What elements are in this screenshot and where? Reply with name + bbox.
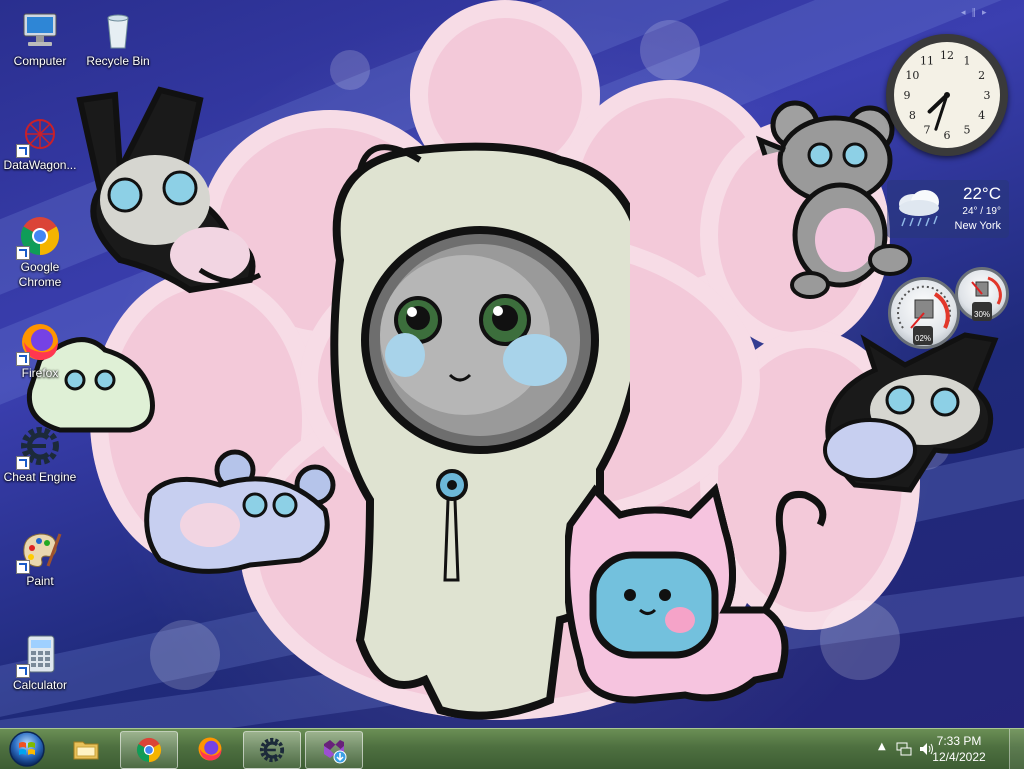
previous-icon[interactable]: ◂ [961,8,966,18]
shortcut-arrow-icon [16,456,30,470]
weather-gadget[interactable]: 22°C 24° / 19° New York [887,180,1009,238]
desktop-wallpaper: Computer Recycle Bin DataWagon... Google… [0,0,1024,728]
desktop-icon-label: Google Chrome [18,260,62,289]
shortcut-arrow-icon [16,664,30,678]
desktop-icon-label: Cheat Engine [3,470,77,484]
firefox-icon [16,320,62,366]
shortcut-arrow-icon [16,560,30,574]
next-icon[interactable]: ▸ [982,8,987,18]
tray-date[interactable]: 12/4/2022 [924,750,994,764]
taskbar-button-firefox[interactable] [182,731,238,767]
cpu-meter-gadget[interactable]: 02% 30% [885,265,1010,353]
pink-cat-character [565,483,827,704]
gadget-sidebar-controls[interactable]: ◂ ‖ ▸ [958,8,990,18]
desktop-icon-label: Computer [13,54,67,68]
taskbar-button-visual-studio-installer[interactable] [305,731,363,769]
clock-numeral: 7 [924,124,931,137]
desktop-icon-label: Firefox [21,366,59,380]
taskbar: ▲ 7:33 PM 12/4/2022 [0,728,1024,769]
bubble [150,620,220,690]
blue-bunny-character [823,332,999,493]
clock-numeral: 9 [904,89,911,102]
show-hidden-icons-arrow[interactable]: ▲ [878,741,886,752]
cpu-gauge: 02% [888,277,960,349]
blue-mouse-character [144,449,336,574]
vs-installer-icon [324,740,347,764]
desktop-icon-recycle-bin[interactable]: Recycle Bin [78,8,158,69]
clock-gadget[interactable]: 12 1 2 3 4 5 6 7 8 9 10 11 [886,34,1008,156]
chrome-icon [16,214,62,260]
firefox-icon [198,737,222,761]
desktop-icon-label: DataWagon... [3,158,77,172]
clock-numeral: 10 [905,69,919,82]
clock-center [944,92,950,98]
clock-face: 12 12 3 45678 9 1011 [894,42,1000,148]
weather-range: 24° / 19° [962,206,1001,217]
tray-time[interactable]: 7:33 PM [924,734,994,748]
bunny-character [76,86,262,294]
shortcut-arrow-icon [16,352,30,366]
desktop-icon-paint[interactable]: Paint [0,528,80,589]
desktop-icon-label: Paint [26,574,54,588]
clock-numeral: 3 [984,89,991,102]
bubble [330,50,370,90]
bubble [640,20,700,80]
network-icon[interactable] [896,741,912,757]
clock-numeral: 5 [964,124,971,137]
weather-temperature: 22°C [963,184,1001,203]
clock-numeral: 6 [944,129,951,142]
desktop-icon-label: Calculator [12,678,68,692]
desktop-icon-cheat-engine[interactable]: Cheat Engine [0,424,80,485]
desktop-icon-google-chrome[interactable]: Google Chrome [0,214,80,290]
desktop-icon-datawagon[interactable]: DataWagon... [0,112,80,173]
calculator-icon [16,632,62,678]
clock-numeral: 12 [940,49,954,62]
recycle-bin-icon [96,8,140,52]
clock-numeral: 1 [964,54,971,67]
folder-icon [73,741,99,760]
windows-start-icon [9,731,45,767]
shortcut-arrow-icon [16,144,30,158]
cpu-usage-value: 02% [915,334,932,343]
taskbar-button-file-explorer[interactable] [58,731,114,767]
desktop-icon-calculator[interactable]: Calculator [0,632,80,693]
datawagon-icon [16,112,62,158]
shortcut-arrow-icon [16,246,30,260]
memory-gauge: 30% [955,267,1009,321]
taskbar-button-chrome[interactable] [120,731,178,769]
desktop-icon-label: Recycle Bin [86,54,150,68]
paint-icon [16,528,62,574]
clock-numeral: 4 [978,109,985,122]
desktop-icon-computer[interactable]: Computer [0,8,80,69]
cheat-engine-icon [16,424,62,470]
rain-cloud-icon [899,190,939,227]
desktop-icon-firefox[interactable]: Firefox [0,320,80,381]
cheat-engine-icon [259,737,285,763]
system-tray: ▲ 7:33 PM 12/4/2022 [864,729,1024,769]
chrome-icon [136,737,162,763]
weather-city: New York [954,220,1001,232]
clock-numeral: 2 [978,69,985,82]
memory-usage-value: 30% [974,310,991,319]
taskbar-button-cheat-engine[interactable] [243,731,301,769]
show-desktop-button[interactable] [1009,729,1024,769]
clock-numeral: 11 [920,54,934,67]
computer-icon [18,8,62,52]
clock-numeral: 8 [909,109,916,122]
pause-icon[interactable]: ‖ [972,8,977,18]
start-button[interactable] [4,730,50,768]
